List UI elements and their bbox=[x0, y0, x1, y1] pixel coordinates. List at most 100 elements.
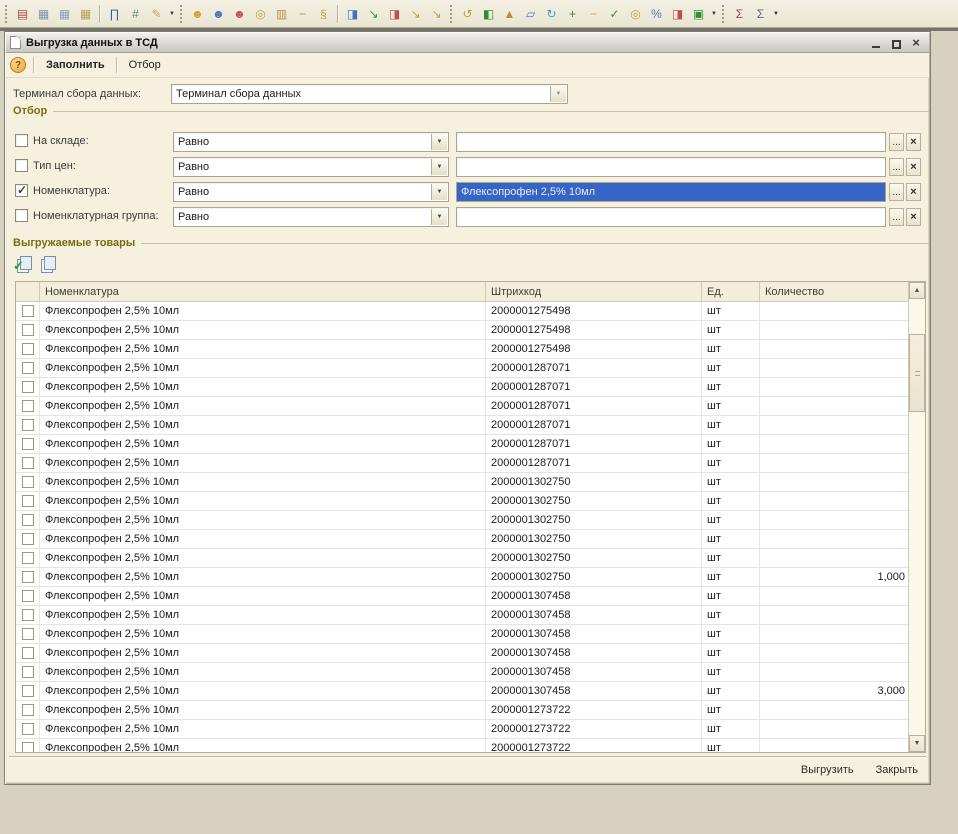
condition-select-nomenclature-group[interactable]: Равно ▼ bbox=[173, 207, 449, 227]
cell-unit[interactable]: шт bbox=[702, 302, 760, 320]
cell-barcode[interactable]: 2000001307458 bbox=[486, 587, 702, 605]
header-checkbox-column[interactable] bbox=[16, 282, 40, 301]
cell-unit[interactable]: шт bbox=[702, 644, 760, 662]
row-checkbox[interactable] bbox=[22, 571, 34, 583]
toolbar-grip[interactable] bbox=[450, 5, 454, 23]
cell-nomenclature[interactable]: Флексопрофен 2,5% 10мл bbox=[40, 530, 486, 548]
table-row[interactable]: Флексопрофен 2,5% 10мл2000001307458шт3,0… bbox=[16, 682, 908, 701]
table-row[interactable]: Флексопрофен 2,5% 10мл2000001273722шт bbox=[16, 701, 908, 720]
row-checkbox[interactable] bbox=[22, 628, 34, 640]
cell-nomenclature[interactable]: Флексопрофен 2,5% 10мл bbox=[40, 568, 486, 586]
cell-barcode[interactable]: 2000001287071 bbox=[486, 378, 702, 396]
row-checkbox[interactable] bbox=[22, 438, 34, 450]
cell-unit[interactable]: шт bbox=[702, 739, 760, 752]
fill-button[interactable]: Заполнить bbox=[42, 57, 109, 73]
row-checkbox[interactable] bbox=[22, 362, 34, 374]
table-row[interactable]: Флексопрофен 2,5% 10мл2000001287071шт bbox=[16, 359, 908, 378]
cell-barcode[interactable]: 2000001307458 bbox=[486, 663, 702, 681]
import-doc-icon[interactable]: ↘ bbox=[405, 4, 426, 24]
cell-unit[interactable]: шт bbox=[702, 625, 760, 643]
table-row[interactable]: Флексопрофен 2,5% 10мл2000001307458шт bbox=[16, 644, 908, 663]
table-row[interactable]: Флексопрофен 2,5% 10мл2000001302750шт1,0… bbox=[16, 568, 908, 587]
cell-unit[interactable]: шт bbox=[702, 492, 760, 510]
condition-dropdown-icon[interactable]: ▼ bbox=[431, 184, 447, 200]
row-checkbox[interactable] bbox=[22, 324, 34, 336]
subtract-coins-icon[interactable]: − bbox=[583, 4, 604, 24]
doc-refresh-icon[interactable]: ↻ bbox=[541, 4, 562, 24]
table-row[interactable]: Флексопрофен 2,5% 10мл2000001302750шт bbox=[16, 511, 908, 530]
cell-unit[interactable]: шт bbox=[702, 397, 760, 415]
cell-barcode[interactable]: 2000001273722 bbox=[486, 701, 702, 719]
row-checkbox[interactable] bbox=[22, 381, 34, 393]
import-doc-2-icon[interactable]: ↘ bbox=[426, 4, 447, 24]
cell-nomenclature[interactable]: Флексопрофен 2,5% 10мл bbox=[40, 435, 486, 453]
cell-barcode[interactable]: 2000001287071 bbox=[486, 359, 702, 377]
coins-stack-icon[interactable]: § bbox=[313, 4, 334, 24]
filter-value-pricetype[interactable] bbox=[456, 157, 886, 177]
cell-nomenclature[interactable]: Флексопрофен 2,5% 10мл bbox=[40, 625, 486, 643]
cell-unit[interactable]: шт bbox=[702, 663, 760, 681]
table-row[interactable]: Флексопрофен 2,5% 10мл2000001275498шт bbox=[16, 340, 908, 359]
tsd-terminal-icon[interactable]: ▣ bbox=[688, 4, 709, 24]
cell-nomenclature[interactable]: Флексопрофен 2,5% 10мл bbox=[40, 606, 486, 624]
cell-barcode[interactable]: 2000001287071 bbox=[486, 435, 702, 453]
money-report-icon[interactable]: ▥ bbox=[271, 4, 292, 24]
cell-unit[interactable]: шт bbox=[702, 321, 760, 339]
window-minimize-icon[interactable] bbox=[869, 36, 883, 49]
print-settings-icon[interactable]: ▦ bbox=[75, 4, 96, 24]
sum-menu-arrow-icon[interactable]: ▼ bbox=[771, 4, 781, 24]
clear-button-nomenclature-group[interactable]: × bbox=[906, 208, 921, 226]
cell-barcode[interactable]: 2000001302750 bbox=[486, 549, 702, 567]
customer-order-icon[interactable]: ☻ bbox=[208, 4, 229, 24]
uncheck-all-icon[interactable] bbox=[39, 256, 57, 273]
cell-quantity[interactable] bbox=[760, 739, 908, 752]
filter-value-warehouse[interactable] bbox=[456, 132, 886, 152]
export-button[interactable]: Выгрузить bbox=[797, 762, 858, 778]
doc-check-icon[interactable]: ✓ bbox=[604, 4, 625, 24]
cell-quantity[interactable] bbox=[760, 549, 908, 567]
cell-quantity[interactable] bbox=[760, 378, 908, 396]
table-row[interactable]: Флексопрофен 2,5% 10мл2000001275498шт bbox=[16, 321, 908, 340]
cell-nomenclature[interactable]: Флексопрофен 2,5% 10мл bbox=[40, 644, 486, 662]
row-checkbox[interactable] bbox=[22, 647, 34, 659]
cell-barcode[interactable]: 2000001275498 bbox=[486, 321, 702, 339]
cell-unit[interactable]: шт bbox=[702, 568, 760, 586]
export-doc-icon[interactable]: ↘ bbox=[363, 4, 384, 24]
cell-unit[interactable]: шт bbox=[702, 587, 760, 605]
vertical-scrollbar[interactable]: ▲ ▼ bbox=[908, 282, 925, 752]
table-row[interactable]: Флексопрофен 2,5% 10мл2000001307458шт bbox=[16, 606, 908, 625]
doc-person-in-icon[interactable]: ◨ bbox=[342, 4, 363, 24]
cell-barcode[interactable]: 2000001273722 bbox=[486, 739, 702, 752]
row-checkbox[interactable] bbox=[22, 514, 34, 526]
doc-percent-icon[interactable]: % bbox=[646, 4, 667, 24]
cell-unit[interactable]: шт bbox=[702, 530, 760, 548]
cell-quantity[interactable] bbox=[760, 454, 908, 472]
add-coins-icon[interactable]: + bbox=[562, 4, 583, 24]
cell-nomenclature[interactable]: Флексопрофен 2,5% 10мл bbox=[40, 340, 486, 358]
cell-barcode[interactable]: 2000001273722 bbox=[486, 720, 702, 738]
cell-nomenclature[interactable]: Флексопрофен 2,5% 10мл bbox=[40, 682, 486, 700]
condition-select-pricetype[interactable]: Равно ▼ bbox=[173, 157, 449, 177]
cell-unit[interactable]: шт bbox=[702, 720, 760, 738]
table-row[interactable]: Флексопрофен 2,5% 10мл2000001273722шт bbox=[16, 720, 908, 739]
edit-menu-arrow-icon[interactable]: ▼ bbox=[167, 4, 177, 24]
cell-nomenclature[interactable]: Флексопрофен 2,5% 10мл bbox=[40, 511, 486, 529]
row-checkbox[interactable] bbox=[22, 590, 34, 602]
cell-barcode[interactable]: 2000001287071 bbox=[486, 454, 702, 472]
cell-barcode[interactable]: 2000001302750 bbox=[486, 568, 702, 586]
row-checkbox[interactable] bbox=[22, 457, 34, 469]
cell-quantity[interactable] bbox=[760, 587, 908, 605]
cell-unit[interactable]: шт bbox=[702, 473, 760, 491]
edit-icon[interactable]: ✎ bbox=[146, 4, 167, 24]
row-checkbox[interactable] bbox=[22, 419, 34, 431]
row-checkbox[interactable] bbox=[22, 495, 34, 507]
cell-quantity[interactable] bbox=[760, 321, 908, 339]
chart-export-icon[interactable]: ▲ bbox=[499, 4, 520, 24]
cell-quantity[interactable]: 3,000 bbox=[760, 682, 908, 700]
row-checkbox[interactable] bbox=[22, 476, 34, 488]
toolbar-grip[interactable] bbox=[180, 5, 184, 23]
terminal-combobox[interactable]: Терминал сбора данных ▼ bbox=[171, 84, 568, 104]
ellipsis-button-pricetype[interactable]: ... bbox=[889, 158, 904, 176]
cell-quantity[interactable] bbox=[760, 340, 908, 358]
cell-barcode[interactable]: 2000001307458 bbox=[486, 644, 702, 662]
